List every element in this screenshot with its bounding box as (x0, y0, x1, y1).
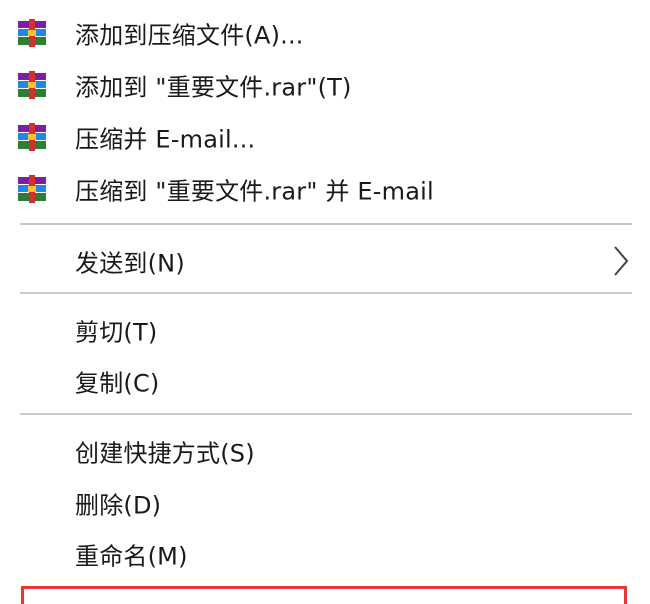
menu-item-send-to[interactable]: 发送到(N) (0, 236, 650, 286)
menu-item-label: 重命名(M) (75, 542, 188, 571)
context-menu: 添加到压缩文件(A)... 添加到 "重要文件.rar"(T) 压缩并 E-ma… (0, 0, 650, 604)
winrar-archive-icon (18, 71, 46, 99)
menu-item-compress-to-rar-email[interactable]: 压缩到 "重要文件.rar" 并 E-mail (0, 164, 650, 214)
menu-item-cut[interactable]: 剪切(T) (0, 305, 650, 355)
highlight-box (21, 586, 627, 604)
menu-item-label: 添加到 "重要文件.rar"(T) (75, 73, 352, 102)
menu-item-label: 添加到压缩文件(A)... (75, 21, 304, 50)
menu-item-compress-email[interactable]: 压缩并 E-mail... (0, 112, 650, 162)
menu-item-add-to-archive[interactable]: 添加到压缩文件(A)... (0, 8, 650, 58)
menu-item-label: 剪切(T) (75, 318, 158, 347)
menu-item-label: 创建快捷方式(S) (75, 439, 255, 468)
menu-item-label: 压缩到 "重要文件.rar" 并 E-mail (75, 177, 434, 206)
menu-separator (20, 223, 632, 225)
menu-item-create-shortcut[interactable]: 创建快捷方式(S) (0, 426, 650, 476)
winrar-archive-icon (18, 123, 46, 151)
menu-item-add-to-rar[interactable]: 添加到 "重要文件.rar"(T) (0, 60, 650, 110)
menu-item-copy[interactable]: 复制(C) (0, 356, 650, 406)
menu-item-label: 复制(C) (75, 369, 160, 398)
menu-item-rename[interactable]: 重命名(M) (0, 529, 650, 579)
menu-item-label: 压缩并 E-mail... (75, 125, 256, 154)
menu-item-delete[interactable]: 删除(D) (0, 478, 650, 528)
chevron-right-icon (614, 246, 629, 276)
menu-separator (20, 292, 632, 294)
menu-separator (20, 413, 632, 415)
winrar-archive-icon (18, 175, 46, 203)
menu-item-label: 发送到(N) (75, 249, 185, 278)
winrar-archive-icon (18, 19, 46, 47)
menu-item-label: 删除(D) (75, 491, 162, 520)
